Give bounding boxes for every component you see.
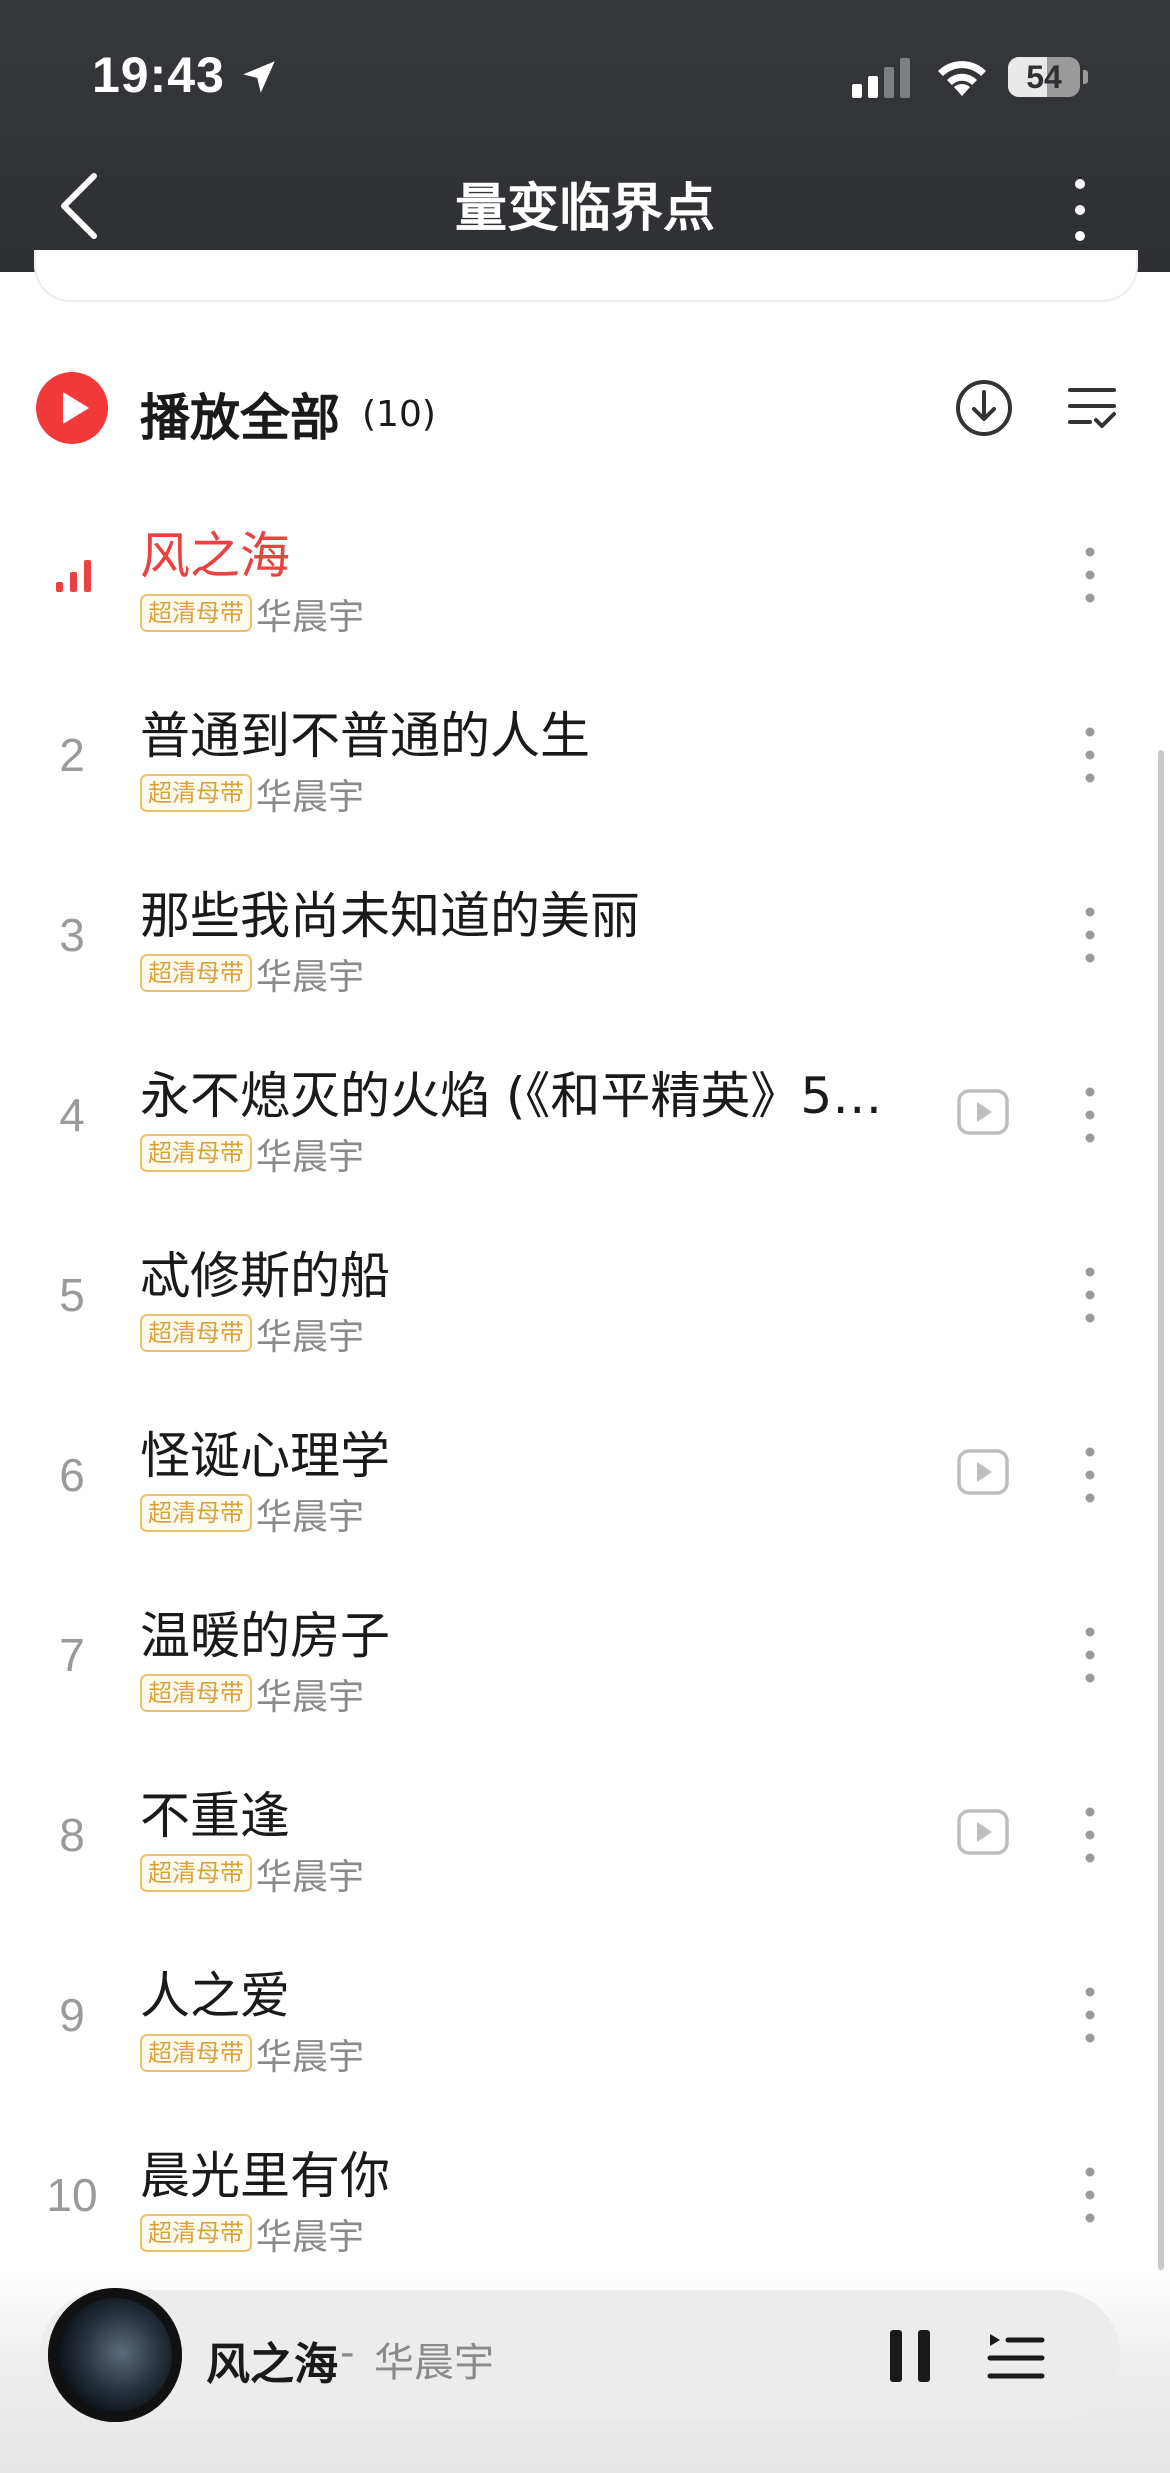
song-index: 8 xyxy=(59,1809,85,1861)
scrollbar[interactable] xyxy=(1158,750,1164,2270)
mv-play-icon[interactable] xyxy=(956,1088,1010,1136)
play-all-label[interactable]: 播放全部 xyxy=(140,378,340,450)
song-artist[interactable]: 华晨宇 xyxy=(256,2208,364,2260)
battery-percent: 54 xyxy=(1026,59,1062,95)
song-row[interactable]: 4 永不熄灭的火焰 (《和平精英》5… 超清母带 华晨宇 xyxy=(0,1030,1170,1210)
vertical-dots-icon[interactable] xyxy=(1060,170,1100,250)
song-title[interactable]: 不重逢 xyxy=(140,1776,900,1848)
battery-icon: 54 xyxy=(1008,57,1088,97)
vertical-dots-icon[interactable] xyxy=(1070,720,1110,790)
pause-icon[interactable] xyxy=(878,2324,942,2388)
song-row[interactable]: 8 不重逢超清母带 华晨宇 xyxy=(0,1750,1170,1930)
mini-player[interactable]: 风之海 - 华晨宇 xyxy=(40,2288,1120,2422)
status-bar: 19:43 54 xyxy=(0,0,1170,150)
song-row[interactable]: 7 温暖的房子超清母带 华晨宇 xyxy=(0,1570,1170,1750)
song-row[interactable]: 10 晨光里有你超清母带 华晨宇 xyxy=(0,2110,1170,2290)
quality-badge: 超清母带 xyxy=(140,1854,252,1892)
mv-play-icon[interactable] xyxy=(956,1448,1010,1496)
song-artist[interactable]: 华晨宇 xyxy=(256,948,364,1000)
song-row[interactable]: 9 人之爱超清母带 华晨宇 xyxy=(0,1930,1170,2110)
header: 19:43 54 量变临界点 xyxy=(0,0,1170,272)
location-arrow-icon xyxy=(243,61,275,93)
playlist-icon[interactable] xyxy=(986,2326,1046,2386)
mini-player-artist[interactable]: 华晨宇 xyxy=(374,2330,494,2388)
vertical-dots-icon[interactable] xyxy=(1070,540,1110,610)
song-title[interactable]: 怪诞心理学 xyxy=(140,1416,900,1488)
song-row[interactable]: 6 怪诞心理学超清母带 华晨宇 xyxy=(0,1390,1170,1570)
quality-badge: 超清母带 xyxy=(140,1134,252,1172)
vertical-dots-icon[interactable] xyxy=(1070,1800,1110,1870)
song-count: (10) xyxy=(362,394,436,435)
song-title[interactable]: 那些我尚未知道的美丽 xyxy=(140,876,900,948)
song-artist[interactable]: 华晨宇 xyxy=(256,1308,364,1360)
wifi-icon xyxy=(938,61,986,96)
quality-badge: 超清母带 xyxy=(140,1494,252,1532)
download-icon[interactable] xyxy=(954,378,1014,438)
song-artist[interactable]: 华晨宇 xyxy=(256,1848,364,1900)
song-artist[interactable]: 华晨宇 xyxy=(256,1668,364,1720)
song-artist[interactable]: 华晨宇 xyxy=(256,768,364,820)
page-title: 量变临界点 xyxy=(454,179,715,239)
vertical-dots-icon[interactable] xyxy=(1070,2160,1110,2230)
album-info-card-edge xyxy=(34,250,1138,302)
song-index: 4 xyxy=(59,1089,85,1141)
song-title[interactable]: 人之爱 xyxy=(140,1956,900,2028)
song-title[interactable]: 晨光里有你 xyxy=(140,2136,900,2208)
song-artist[interactable]: 华晨宇 xyxy=(256,1488,364,1540)
song-title[interactable]: 风之海 xyxy=(140,516,900,588)
song-title[interactable]: 温暖的房子 xyxy=(140,1596,900,1668)
multi-select-icon[interactable] xyxy=(1066,382,1118,434)
album-cover[interactable] xyxy=(48,2288,182,2422)
mini-player-title[interactable]: 风之海 xyxy=(206,2328,338,2392)
signal-icon xyxy=(852,58,910,98)
play-icon[interactable] xyxy=(36,372,108,444)
vertical-dots-icon[interactable] xyxy=(1070,1980,1110,2050)
song-index: 3 xyxy=(59,909,85,961)
quality-badge: 超清母带 xyxy=(140,2214,252,2252)
play-all-row[interactable]: 播放全部 (10) xyxy=(0,360,1170,460)
quality-badge: 超清母带 xyxy=(140,2034,252,2072)
song-artist[interactable]: 华晨宇 xyxy=(256,1128,364,1180)
vertical-dots-icon[interactable] xyxy=(1070,1260,1110,1330)
quality-badge: 超清母带 xyxy=(140,954,252,992)
mini-player-separator: - xyxy=(340,2330,355,2376)
quality-badge: 超清母带 xyxy=(140,1314,252,1352)
quality-badge: 超清母带 xyxy=(140,594,252,632)
quality-badge: 超清母带 xyxy=(140,774,252,812)
song-index: 10 xyxy=(46,2169,98,2221)
song-title[interactable]: 永不熄灭的火焰 (《和平精英》5… xyxy=(140,1056,900,1128)
song-index: 7 xyxy=(59,1629,85,1681)
mv-play-icon[interactable] xyxy=(956,1808,1010,1856)
vertical-dots-icon[interactable] xyxy=(1070,900,1110,970)
song-index: 5 xyxy=(59,1269,85,1321)
song-title[interactable]: 忒修斯的船 xyxy=(140,1236,900,1308)
song-title[interactable]: 普通到不普通的人生 xyxy=(140,696,900,768)
vertical-dots-icon[interactable] xyxy=(1070,1080,1110,1150)
battery-tip xyxy=(1083,70,1088,84)
now-playing-icon xyxy=(56,560,91,592)
quality-badge: 超清母带 xyxy=(140,1674,252,1712)
song-index: 9 xyxy=(59,1989,85,2041)
song-artist[interactable]: 华晨宇 xyxy=(256,588,364,640)
song-row[interactable]: 风之海超清母带 华晨宇 xyxy=(0,490,1170,670)
status-time: 19:43 xyxy=(92,47,225,103)
song-index: 6 xyxy=(59,1449,85,1501)
vertical-dots-icon[interactable] xyxy=(1070,1440,1110,1510)
song-row[interactable]: 2 普通到不普通的人生超清母带 华晨宇 xyxy=(0,670,1170,850)
song-row[interactable]: 3 那些我尚未知道的美丽超清母带 华晨宇 xyxy=(0,850,1170,1030)
vertical-dots-icon[interactable] xyxy=(1070,1620,1110,1690)
song-artist[interactable]: 华晨宇 xyxy=(256,2028,364,2080)
song-row[interactable]: 5 忒修斯的船超清母带 华晨宇 xyxy=(0,1210,1170,1390)
song-index: 2 xyxy=(59,729,85,781)
